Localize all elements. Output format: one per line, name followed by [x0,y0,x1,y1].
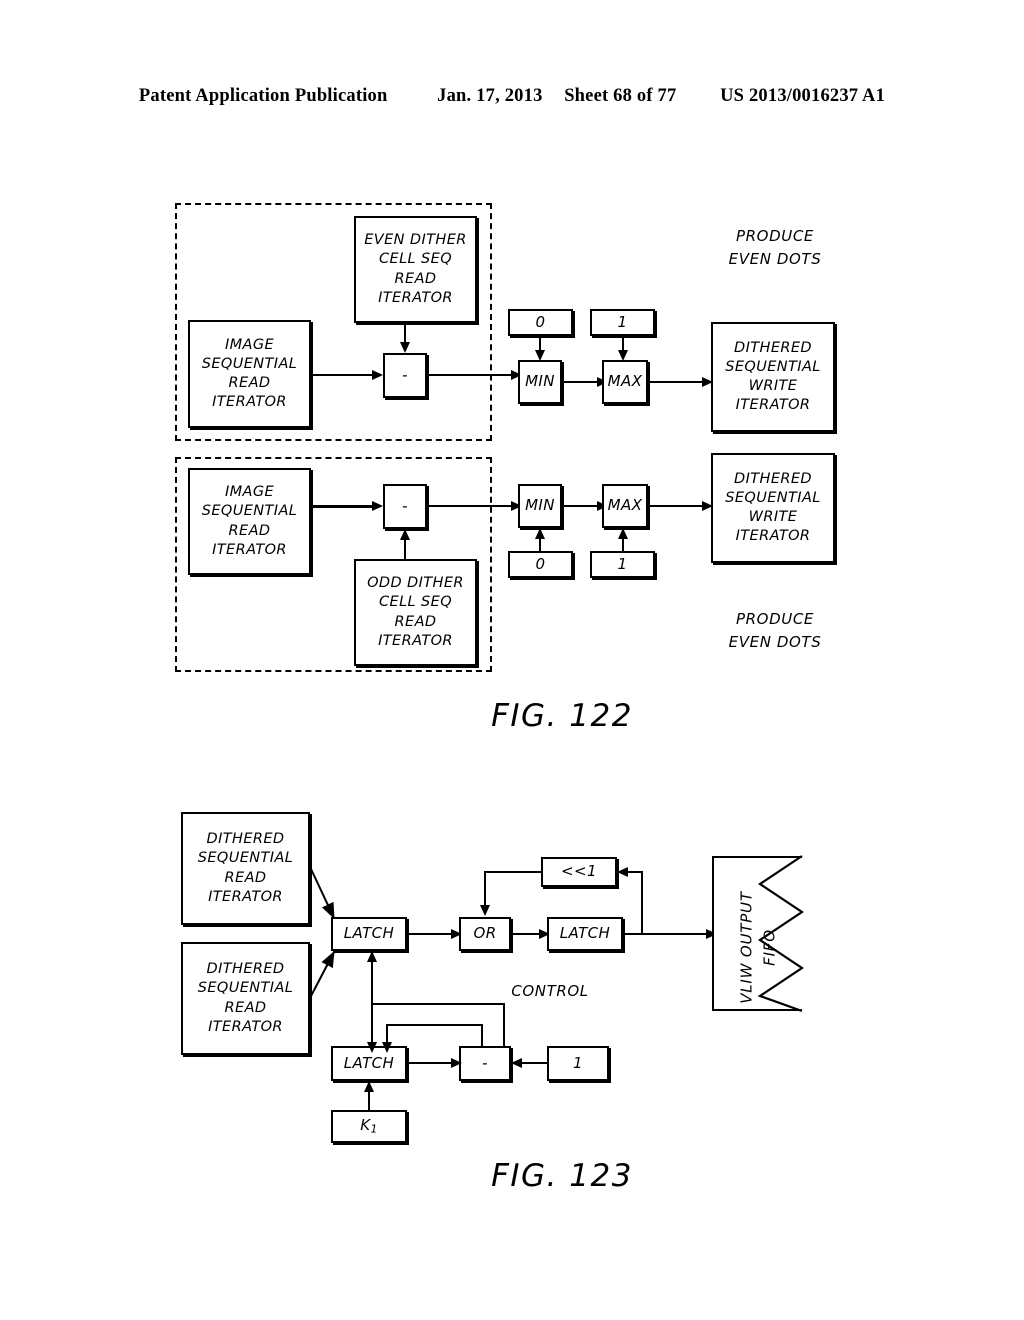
connector-latch-to-or [407,933,451,935]
connector-or-to-latch-out [511,933,539,935]
arrowhead-latch-counter-to-subtract [451,1057,462,1068]
shift-left-label: <<1 [561,862,597,881]
arrowhead-into-shift-right [617,866,628,877]
arrowhead-counter-branch-to-main-latch [366,951,377,962]
const-k1-label: K1 [360,1116,378,1136]
read-iterator-1-line-1: DITHERED [206,831,285,848]
subtract-fig123-symbol: - [482,1053,488,1072]
read-iterator-2-line-4: ITERATOR [208,1018,283,1035]
read-iterator-1-line-4: ITERATOR [208,888,283,905]
arrowhead-subtract-outer-into-latch [366,1042,377,1053]
fifo-label-line-1: VLIW OUTPUT [737,891,756,1004]
connector-into-shift-right [628,871,643,873]
annotation-control: CONTROL [511,982,589,1000]
arrowhead-k1-to-latch-counter [363,1081,374,1092]
connector-subtract-down-outer [371,1003,373,1044]
figure-123: DITHERED SEQUENTIAL READ ITERATOR DITHER… [0,0,1024,1320]
connector-subtract-up-outer [503,1003,505,1048]
read-iterator-1-line-2: SEQUENTIAL [197,850,294,867]
connector-shift-to-or-horizontal [484,871,542,873]
connector-subtract-down-inner [386,1024,388,1044]
read-iterator-2-line-3: READ [224,999,267,1016]
connector-counter-branch-to-main-latch [371,962,373,1004]
read-iterator-1-line-3: READ [224,869,267,886]
const-one-box-fig123: 1 [547,1046,609,1081]
arrowhead-one-to-subtract-fig123 [511,1057,522,1068]
figure-123-label: FIG. 123 [491,1158,633,1194]
arrowhead-shift-to-or [479,905,490,916]
connector-latchout-to-fifo [623,933,706,935]
diagonal-connectors-layer [310,868,335,997]
connector-read1-to-latch [310,868,335,920]
const-one-fig123-value: 1 [573,1053,583,1072]
connector-read2-to-latch [310,950,335,997]
or-gate-box: OR [459,917,511,951]
latch-out-label: LATCH [559,924,611,943]
connector-latchout-up-to-shift [641,872,643,934]
connector-subtract-left-inner [386,1024,483,1026]
fifo-label-line-2: FIFO [760,929,778,966]
dithered-sequential-read-iterator-box-2: DITHERED SEQUENTIAL READ ITERATOR [181,942,310,1055]
shift-left-box: <<1 [541,857,617,887]
read-iterator-2-line-1: DITHERED [206,961,285,978]
const-k1-box: K1 [331,1110,407,1143]
latch-main-label: LATCH [343,924,395,943]
latch-out-box: LATCH [547,917,623,951]
or-gate-label: OR [473,924,497,943]
read-iterator-2-line-2: SEQUENTIAL [197,980,294,997]
latch-counter-label: LATCH [343,1053,395,1072]
fifo-zigzag-edge-layer [712,855,804,1013]
connector-subtract-up-inner [481,1024,483,1048]
connector-shift-to-or-vertical [484,871,486,905]
connector-k1-to-latch-counter [368,1092,370,1110]
latch-main-box: LATCH [331,917,407,951]
connector-one-to-subtract-fig123 [522,1062,547,1064]
connector-subtract-left-outer [371,1003,505,1005]
dithered-sequential-read-iterator-box-1: DITHERED SEQUENTIAL READ ITERATOR [181,812,310,925]
connector-latch-counter-to-subtract [407,1062,451,1064]
vliw-output-fifo-label: VLIW OUTPUT FIFO [736,858,781,1038]
arrowhead-subtract-inner-into-latch [381,1042,392,1053]
subtract-op-box-fig123: - [459,1046,511,1081]
